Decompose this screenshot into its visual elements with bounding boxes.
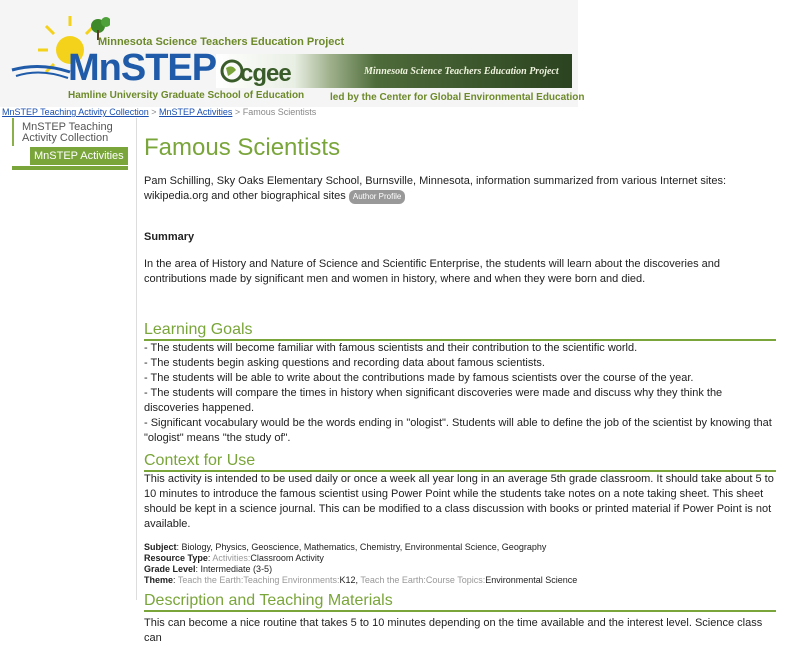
- summary-heading: Summary: [144, 231, 195, 243]
- meta-value: Classroom Activity: [250, 553, 324, 563]
- meta-grade-level: Grade Level: Intermediate (3-5): [144, 564, 776, 575]
- meta-value: : Biology, Physics, Geoscience, Mathemat…: [176, 542, 547, 552]
- meta-value: Environmental Science: [485, 575, 578, 585]
- meta-prefix: Teach the Earth:Teaching Environments:: [177, 575, 340, 585]
- meta-theme: Theme: Teach the Earth:Teaching Environm…: [144, 575, 578, 585]
- meta-prefix: Teach the Earth:Course Topics:: [360, 575, 486, 585]
- meta-label: Grade Level: [144, 564, 196, 574]
- breadcrumb-separator: >: [151, 107, 157, 117]
- breadcrumb-link-activities[interactable]: MnSTEP Activities: [159, 107, 232, 117]
- cgee-tagline: Minnesota Science Teachers Education Pro…: [364, 66, 559, 77]
- meta-value: K12,: [339, 575, 361, 585]
- mnstep-logo[interactable]: MnSTEP: [68, 48, 217, 88]
- breadcrumb-current: Famous Scientists: [242, 107, 317, 117]
- description-heading: Description and Teaching Materials: [144, 592, 776, 612]
- sidebar-divider: [12, 166, 128, 170]
- list-item: - The students begin asking questions an…: [144, 357, 545, 369]
- content-divider: [136, 118, 137, 600]
- main-content: Famous Scientists Pam Schilling, Sky Oak…: [144, 130, 776, 646]
- author-text: Pam Schilling, Sky Oaks Elementary Schoo…: [144, 175, 727, 202]
- list-item: - The students will become familiar with…: [144, 342, 638, 354]
- meta-prefix: Activities:: [212, 553, 251, 563]
- sidebar-item-collection[interactable]: MnSTEP Teaching Activity Collection: [12, 118, 128, 146]
- cgee-led-by: led by the Center for Global Environment…: [330, 92, 585, 103]
- cgee-logo: cgee: [240, 60, 292, 87]
- sidebar-item-activities[interactable]: MnSTEP Activities: [30, 147, 128, 165]
- activity-metadata: Subject: Biology, Physics, Geoscience, M…: [144, 542, 776, 586]
- learning-goals-heading: Learning Goals: [144, 321, 776, 341]
- breadcrumb-link-collection[interactable]: MnSTEP Teaching Activity Collection: [2, 107, 149, 117]
- list-item: - The students will compare the times in…: [144, 387, 723, 414]
- site-banner: Minnesota Science Teachers Education Pro…: [0, 0, 800, 107]
- description-text: This can become a nice routine that take…: [144, 617, 763, 644]
- learning-goals-list: - The students will become familiar with…: [144, 341, 776, 446]
- summary-text: In the area of History and Nature of Sci…: [144, 258, 720, 285]
- meta-label: Subject: [144, 542, 177, 552]
- breadcrumb-separator: >: [234, 107, 241, 117]
- context-text: This activity is intended to be used dai…: [144, 473, 774, 530]
- context-for-use-heading: Context for Use: [144, 452, 776, 472]
- sidebar: MnSTEP Teaching Activity Collection MnST…: [12, 118, 128, 170]
- meta-label: Theme: [144, 575, 174, 585]
- meta-resource-type: Resource Type: Activities:Classroom Acti…: [144, 553, 324, 563]
- author-line: Pam Schilling, Sky Oaks Elementary Schoo…: [144, 174, 776, 204]
- meta-subject: Subject: Biology, Physics, Geoscience, M…: [144, 542, 776, 553]
- meta-value: : Intermediate (3-5): [195, 564, 273, 574]
- list-item: - Significant vocabulary would be the wo…: [144, 417, 772, 444]
- list-item: - The students will be able to write abo…: [144, 372, 694, 384]
- banner-school-name: Hamline University Graduate School of Ed…: [68, 90, 305, 101]
- author-profile-button[interactable]: Author Profile: [348, 190, 406, 204]
- breadcrumb: MnSTEP Teaching Activity Collection > Mn…: [2, 107, 316, 117]
- meta-label: Resource Type: [144, 553, 208, 563]
- page-title: Famous Scientists: [144, 134, 341, 161]
